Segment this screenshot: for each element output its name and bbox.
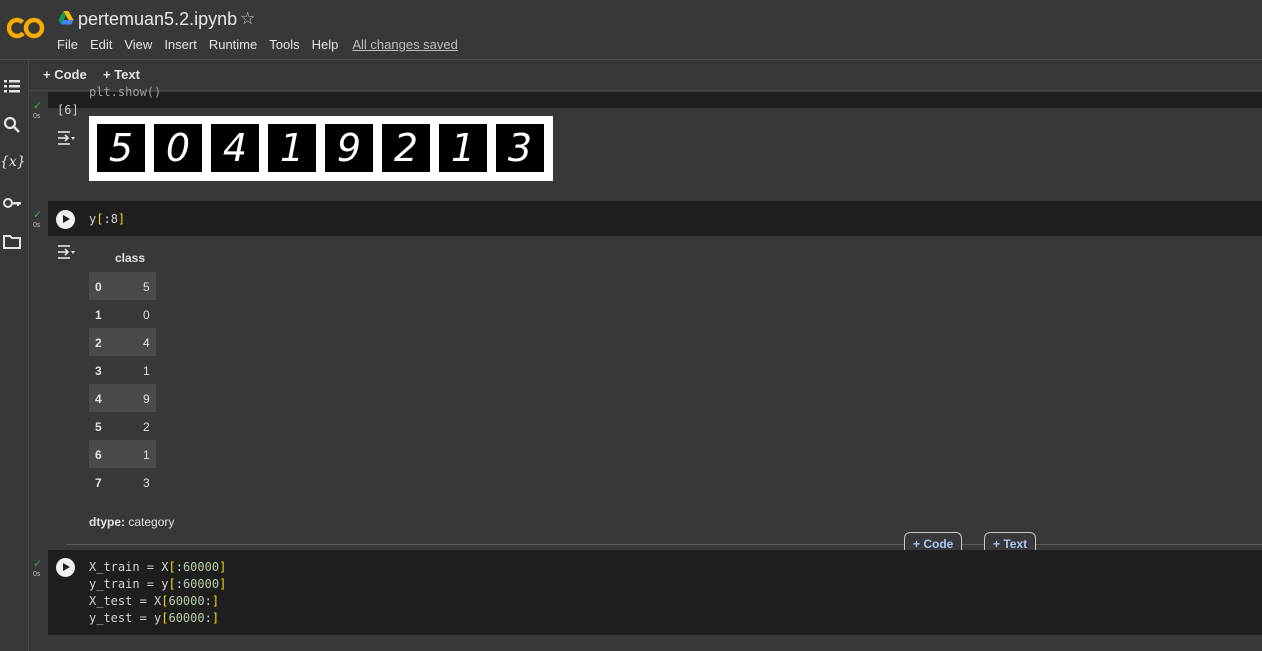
menu-edit[interactable]: Edit <box>90 37 112 52</box>
search-icon[interactable] <box>2 115 22 135</box>
add-code-button[interactable]: + Code <box>43 67 87 82</box>
variables-icon[interactable]: {x} <box>0 154 26 174</box>
menu-insert[interactable]: Insert <box>164 37 197 52</box>
execution-time: 0s <box>33 113 41 120</box>
google-drive-icon[interactable] <box>58 10 74 26</box>
run-cell-button[interactable] <box>56 210 75 229</box>
table-row: 24 <box>89 328 156 356</box>
execution-time: 0s <box>33 222 41 229</box>
menu-view[interactable]: View <box>124 37 152 52</box>
table-of-contents-icon[interactable] <box>2 76 22 96</box>
code-line: X_train = X[:60000] <box>89 560 227 574</box>
table-row: 52 <box>95 420 150 434</box>
digit-images-output: 5 0 4 1 9 2 1 3 <box>89 116 553 181</box>
notebook-title[interactable]: pertemuan5.2.ipynb <box>78 9 237 30</box>
digit-image: 1 <box>439 124 487 172</box>
check-icon: ✓ <box>33 558 43 570</box>
menu-runtime[interactable]: Runtime <box>209 37 257 52</box>
menu-bar: File Edit View Insert Runtime Tools Help… <box>57 37 470 52</box>
key-icon[interactable] <box>2 193 22 213</box>
execution-time: 0s <box>33 571 41 578</box>
digit-image: 4 <box>211 124 259 172</box>
check-icon: ✓ <box>33 209 43 221</box>
code-block: X_train = X[:60000] y_train = y[:60000] X_… <box>89 559 226 627</box>
colab-logo[interactable] <box>7 15 45 41</box>
digit-image: 9 <box>325 124 373 172</box>
code-cell-2[interactable] <box>48 201 1262 236</box>
run-cell-button[interactable] <box>56 558 75 577</box>
menu-tools[interactable]: Tools <box>269 37 299 52</box>
execution-count: [6] <box>57 103 79 117</box>
column-header: class <box>115 251 146 265</box>
menu-file[interactable]: File <box>57 37 78 52</box>
notebook-toolbar: + Code + Text <box>29 60 1262 91</box>
table-row: 73 <box>95 476 150 490</box>
digit-image: 3 <box>496 124 544 172</box>
code-cell-3[interactable] <box>48 550 1262 635</box>
top-bar: pertemuan5.2.ipynb ☆ File Edit View Inse… <box>0 0 1262 60</box>
table-row: 31 <box>95 364 150 378</box>
check-icon: ✓ <box>33 100 43 112</box>
table-row: 61 <box>89 440 156 468</box>
dtype-label: dtype: category <box>89 515 175 529</box>
add-text-button[interactable]: + Text <box>103 67 140 82</box>
menu-help[interactable]: Help <box>312 37 339 52</box>
output-actions-icon[interactable] <box>56 130 76 146</box>
table-row: 49 <box>89 384 156 412</box>
save-status-link[interactable]: All changes saved <box>352 37 458 52</box>
digit-image: 5 <box>97 124 145 172</box>
digit-image: 0 <box>154 124 202 172</box>
folder-icon[interactable] <box>2 232 22 252</box>
output-actions-icon[interactable] <box>56 244 76 260</box>
cell-divider <box>66 544 1262 545</box>
code-line: y_test = y[60000:] <box>89 611 220 625</box>
code-line: plt.show() <box>89 85 162 99</box>
code-line: y_train = y[:60000] <box>89 577 227 591</box>
left-sidebar: {x} <box>0 60 29 651</box>
table-row: 10 <box>95 308 150 322</box>
code-line: X_test = X[60000:] <box>89 594 220 608</box>
table-row: 05 <box>89 272 156 300</box>
code-cell-1[interactable] <box>48 92 1262 108</box>
digit-image: 1 <box>268 124 316 172</box>
star-icon[interactable]: ☆ <box>240 9 255 29</box>
digit-image: 2 <box>382 124 430 172</box>
code-line: y[:8] <box>89 212 126 226</box>
